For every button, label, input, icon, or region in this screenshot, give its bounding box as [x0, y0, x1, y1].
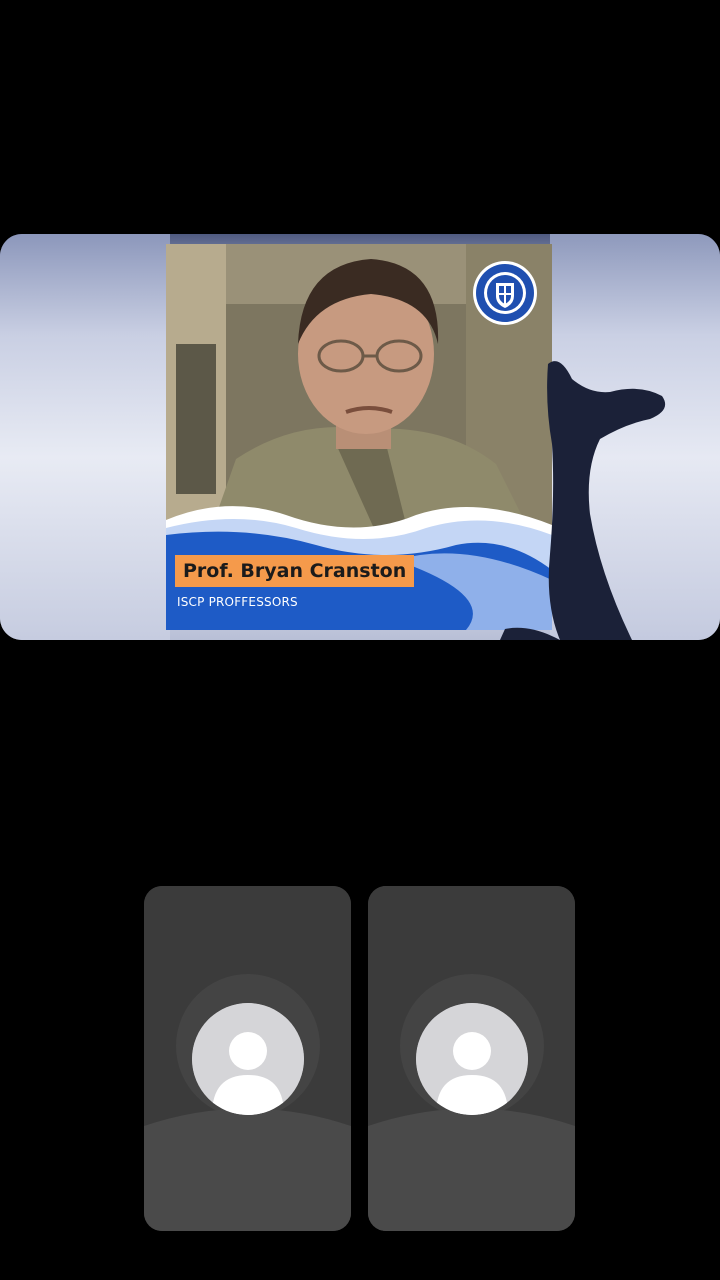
participant-tile[interactable]	[144, 886, 351, 1231]
background-right	[550, 234, 720, 640]
person-placeholder-icon	[192, 1003, 304, 1115]
presenter-poster: Prof. Bryan Cranston ISCP PROFFESSORS	[166, 244, 552, 630]
person-placeholder-icon	[416, 1003, 528, 1115]
presenter-group-label: ISCP PROFFESSORS	[177, 595, 298, 609]
video-call-screen: Prof. Bryan Cranston ISCP PROFFESSORS	[0, 0, 720, 1280]
participant-tile[interactable]	[368, 886, 575, 1231]
shared-screen-video[interactable]: Prof. Bryan Cranston ISCP PROFFESSORS	[0, 234, 720, 640]
presenter-name-tag: Prof. Bryan Cranston	[175, 555, 415, 587]
college-crest-icon	[473, 261, 537, 325]
background-left	[0, 234, 170, 640]
